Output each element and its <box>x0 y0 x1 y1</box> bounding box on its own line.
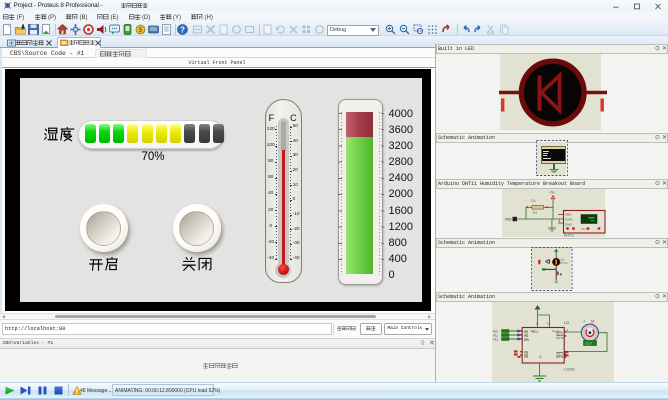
svg-text:DATA: DATA <box>565 217 573 221</box>
svg-text:DHT11: DHT11 <box>564 233 574 237</box>
svg-text:+: + <box>583 318 586 323</box>
svg-text:P12: P12 <box>493 337 498 341</box>
svg-text:Q1: Q1 <box>561 258 565 262</box>
svg-text:12.0: 12.0 <box>585 341 592 345</box>
svg-text:BC547: BC547 <box>561 261 569 265</box>
svg-text:16: 16 <box>547 321 551 325</box>
svg-text:$: $ <box>139 27 143 34</box>
svg-text:GND: GND <box>565 222 573 226</box>
svg-text:+5v: +5v <box>549 190 555 194</box>
svg-text:VDD: VDD <box>565 212 572 216</box>
svg-text:L293D: L293D <box>564 367 575 371</box>
svg-text:LO: LO <box>564 321 569 325</box>
svg-text:G: G <box>539 355 542 359</box>
svg-text:C4: C4 <box>531 199 536 203</box>
svg-text:R1: R1 <box>533 211 538 215</box>
svg-text:PB0: PB0 <box>505 217 512 221</box>
svg-text:OUT2: OUT2 <box>556 336 564 340</box>
svg-text:M: M <box>591 318 594 323</box>
svg-text:DHT: DHT <box>581 227 587 231</box>
svg-text:3: 3 <box>567 328 569 332</box>
svg-text:?: ? <box>180 25 185 34</box>
svg-text:4: 4 <box>558 219 560 223</box>
